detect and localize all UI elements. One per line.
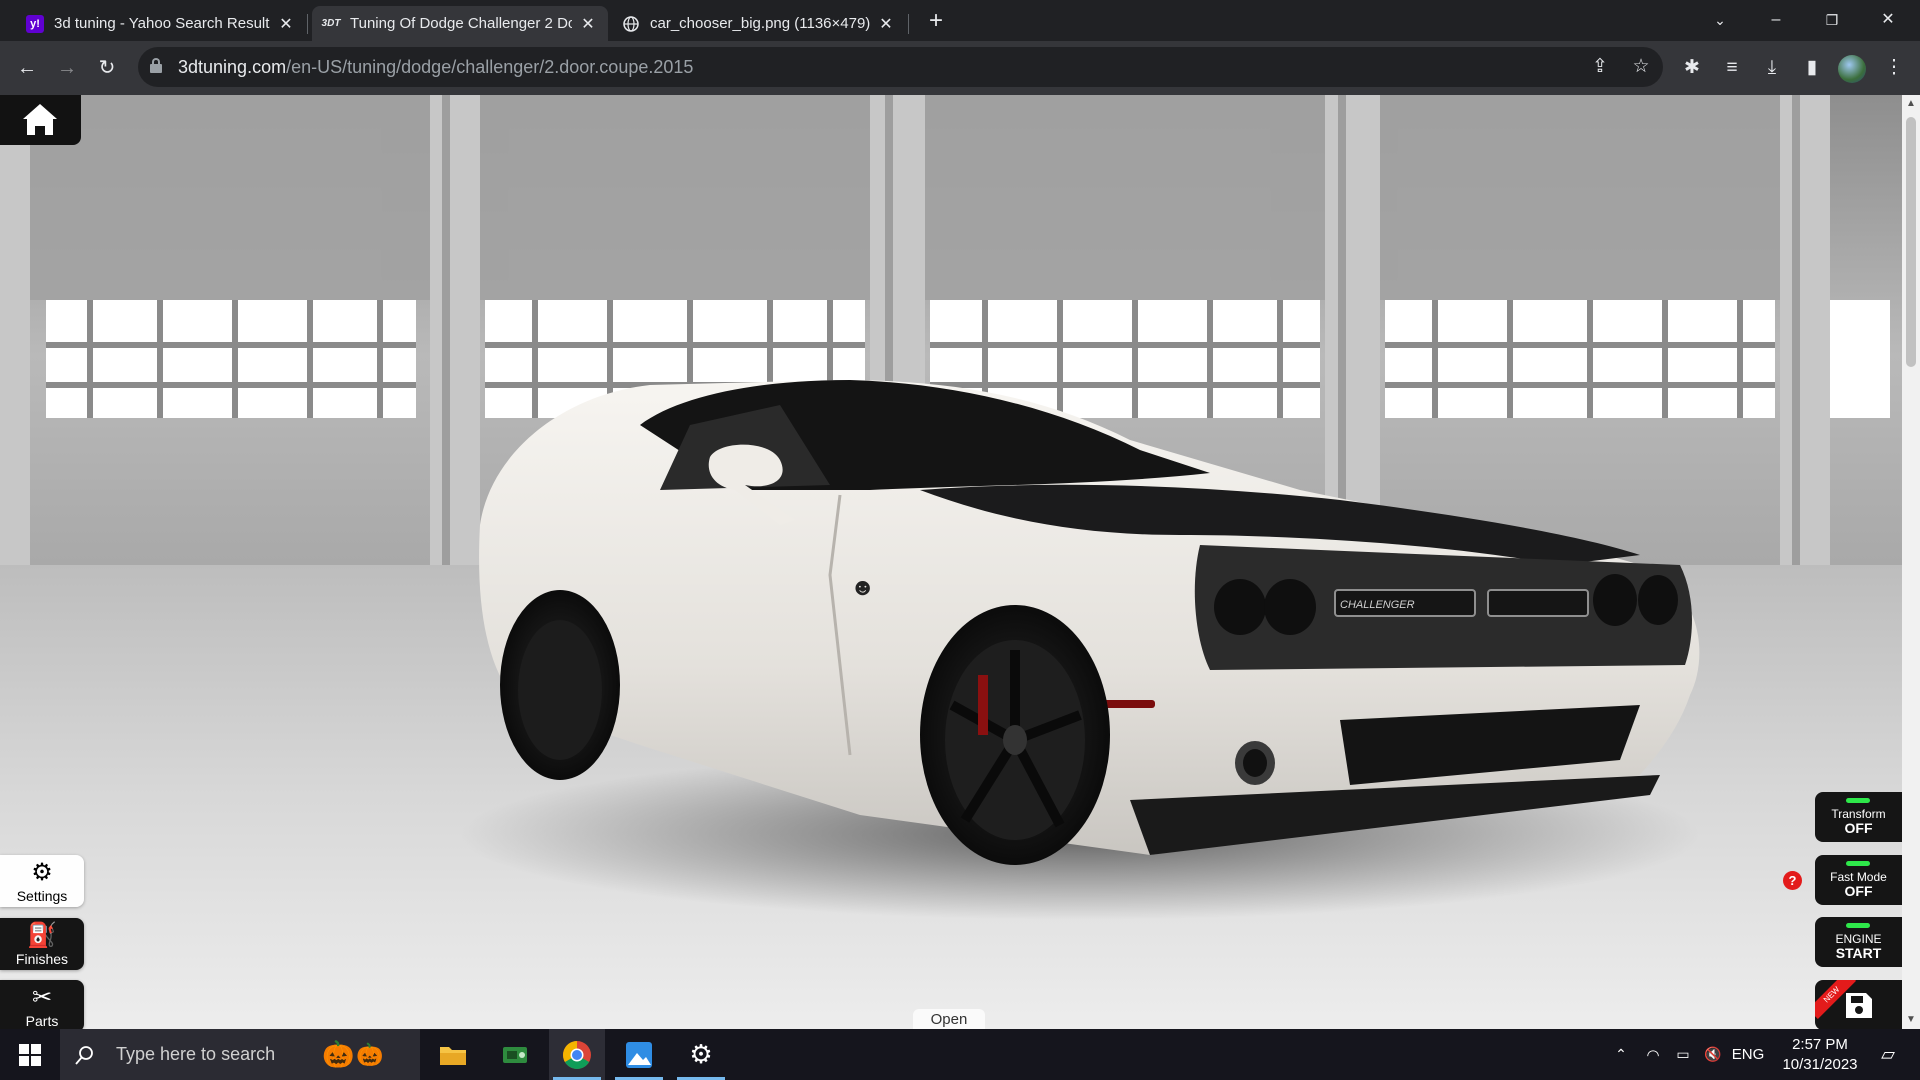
garage-scene: CHALLENGER ☻	[0, 95, 1902, 1029]
halloween-pumpkin-icon: 🎃	[356, 1042, 384, 1067]
tab-yahoo-search[interactable]: y! 3d tuning - Yahoo Search Results ✕	[16, 6, 306, 41]
tab-title: 3d tuning - Yahoo Search Results	[54, 15, 270, 32]
tab-dodge-challenger[interactable]: 3DT Tuning Of Dodge Challenger 2 Door Co…	[312, 6, 608, 41]
transform-toggle[interactable]: Transform OFF	[1815, 792, 1902, 842]
yahoo-icon: y!	[26, 14, 44, 33]
tab-title: Tuning Of Dodge Challenger 2 Door Coupe …	[350, 15, 572, 32]
taskbar-search-box[interactable]: Type here to search 🎃 🎃	[60, 1029, 420, 1080]
lock-icon[interactable]	[150, 58, 162, 74]
settings-button[interactable]: ⚙ Settings	[0, 855, 84, 907]
tools-icon: ✂	[31, 984, 53, 1011]
clock-time: 2:57 PM	[1792, 1035, 1848, 1053]
scroll-up-arrow-icon[interactable]: ▲	[1902, 95, 1920, 113]
side-panel-icon[interactable]: ▮	[1798, 54, 1826, 82]
browser-toolbar: ← → ↻ 3dtuning.com/en-US/tuning/dodge/ch…	[0, 41, 1920, 95]
tab-car-chooser[interactable]: car_chooser_big.png (1136×479) ✕	[612, 6, 906, 41]
forward-button[interactable]: →	[51, 52, 83, 84]
status-led	[1846, 798, 1870, 803]
status-led	[1846, 861, 1870, 866]
language-indicator[interactable]: ENG	[1728, 1029, 1768, 1080]
chrome-menu-icon[interactable]: ⋮	[1880, 54, 1908, 82]
open-panel-button[interactable]: Open	[913, 1009, 985, 1029]
tab-search-chevron-icon[interactable]: ⌄	[1692, 0, 1748, 41]
settings-app[interactable]: ⚙	[673, 1029, 729, 1080]
save-button[interactable]: NEW	[1815, 980, 1902, 1029]
photos-app[interactable]	[611, 1029, 667, 1080]
clock-date: 10/31/2023	[1782, 1055, 1858, 1073]
new-tab-button[interactable]: +	[922, 8, 950, 36]
spray-gun-icon: ⛽	[27, 922, 57, 949]
start-button[interactable]	[2, 1029, 58, 1080]
fast-mode-label: Fast Mode	[1830, 870, 1887, 884]
restore-button[interactable]: ❐	[1804, 0, 1860, 41]
wifi-icon[interactable]: ◠	[1638, 1029, 1668, 1080]
finishes-button[interactable]: ⛽ Finishes	[0, 918, 84, 970]
back-button[interactable]: ←	[11, 52, 43, 84]
file-explorer-app[interactable]	[425, 1029, 481, 1080]
gpu-app[interactable]	[487, 1029, 543, 1080]
volume-muted-icon[interactable]: 🔇	[1698, 1029, 1728, 1080]
globe-icon	[622, 15, 640, 33]
windows-logo-icon	[19, 1043, 41, 1066]
engine-state: START	[1835, 945, 1882, 961]
show-hidden-icons-chevron-icon[interactable]: ⌃	[1606, 1029, 1636, 1080]
scroll-down-arrow-icon[interactable]: ▼	[1902, 1011, 1920, 1029]
home-button[interactable]	[0, 95, 81, 145]
chrome-icon	[563, 1040, 591, 1069]
page-scrollbar[interactable]: ▲ ▼	[1902, 95, 1920, 1029]
download-icon[interactable]: ⤓	[1758, 54, 1786, 82]
engine-label: ENGINE	[1835, 932, 1882, 946]
hellcat-emblem-icon: ☻	[850, 574, 875, 601]
3dtuning-icon: 3DT	[321, 18, 341, 29]
photos-icon	[626, 1041, 652, 1068]
home-icon	[23, 104, 57, 135]
url-text[interactable]: 3dtuning.com/en-US/tuning/dodge/challeng…	[178, 57, 693, 78]
address-bar[interactable]: 3dtuning.com/en-US/tuning/dodge/challeng…	[138, 47, 1663, 87]
help-badge[interactable]: ?	[1783, 871, 1802, 890]
tab-separator	[307, 14, 308, 34]
tab-separator	[908, 14, 909, 34]
transform-label: Transform	[1831, 807, 1886, 821]
profile-avatar[interactable]	[1838, 55, 1866, 83]
bookmark-star-icon[interactable]: ☆	[1629, 55, 1653, 79]
search-icon	[75, 1045, 93, 1065]
folder-icon	[440, 1046, 466, 1065]
gear-icon: ⚙	[689, 1039, 713, 1069]
share-icon[interactable]: ⇪	[1588, 55, 1612, 79]
fast-mode-toggle[interactable]: Fast Mode OFF	[1815, 855, 1902, 905]
finishes-label: Finishes	[15, 951, 69, 967]
parts-label: Parts	[25, 1013, 59, 1029]
status-led	[1846, 923, 1870, 928]
close-tab-icon[interactable]: ✕	[876, 14, 896, 34]
search-placeholder: Type here to search	[116, 1044, 276, 1064]
tab-title: car_chooser_big.png (1136×479)	[650, 15, 870, 32]
graphics-card-icon	[503, 1046, 527, 1063]
settings-label: Settings	[16, 888, 68, 904]
media-queue-icon[interactable]: ≡	[1718, 54, 1746, 82]
windows-taskbar: Type here to search 🎃 🎃 ⚙ ⌃ ◠ ▭ 🔇 ENG 2:…	[0, 1029, 1920, 1080]
parts-button[interactable]: ✂ Parts	[0, 980, 84, 1029]
chrome-app[interactable]	[549, 1029, 605, 1080]
engine-start-button[interactable]: ENGINE START	[1815, 917, 1902, 967]
reload-button[interactable]: ↻	[91, 52, 123, 84]
minimize-button[interactable]: –	[1748, 0, 1804, 41]
clock[interactable]: 2:57 PM 10/31/2023	[1772, 1029, 1868, 1080]
configurator-3d-viewport[interactable]: CHALLENGER ☻ ⚙ Settings ⛽ Finishes ✂ Par…	[0, 95, 1902, 1029]
fast-mode-state: OFF	[1844, 883, 1873, 899]
browser-tab-strip: y! 3d tuning - Yahoo Search Results ✕ 3D…	[0, 0, 1920, 41]
extensions-puzzle-icon[interactable]: ✱	[1678, 54, 1706, 82]
close-window-button[interactable]: ✕	[1860, 0, 1916, 41]
battery-icon[interactable]: ▭	[1668, 1029, 1698, 1080]
car-badge: CHALLENGER	[1340, 599, 1415, 611]
scrollbar-thumb[interactable]	[1906, 117, 1916, 367]
close-tab-icon[interactable]: ✕	[276, 14, 296, 34]
notification-center-icon[interactable]: ▱	[1868, 1029, 1908, 1080]
close-tab-icon[interactable]: ✕	[578, 14, 598, 34]
transform-state: OFF	[1844, 820, 1873, 836]
halloween-pumpkin-icon: 🎃	[322, 1039, 355, 1069]
settings-icon: ⚙	[31, 859, 53, 886]
